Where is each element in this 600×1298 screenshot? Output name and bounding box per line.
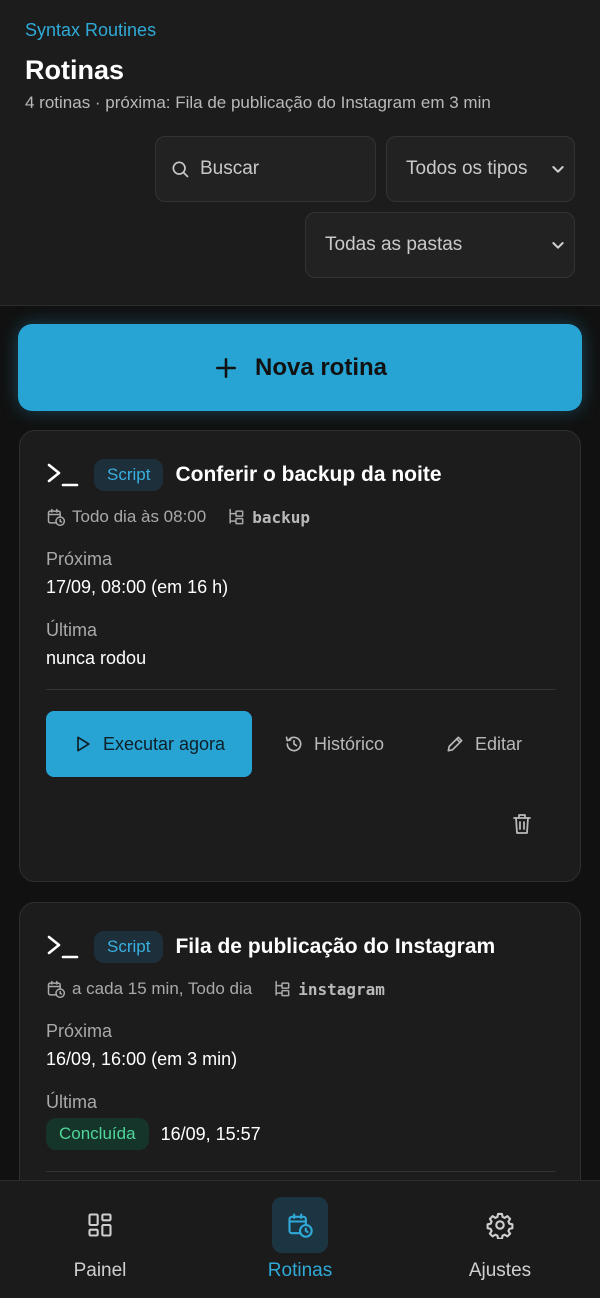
nav-icon-wrap [472, 1197, 528, 1253]
next-run-label: Próxima [46, 1021, 113, 1041]
calendar-clock-icon [288, 1213, 313, 1238]
run-now-label: Executar agora [102, 733, 226, 754]
nav-icon-wrap [272, 1197, 328, 1253]
routine-type-badge: Script [94, 459, 164, 491]
next-run-label: Próxima [46, 549, 113, 569]
run-now-button[interactable]: Executar agora [46, 711, 252, 777]
history-button[interactable]: Histórico [284, 711, 384, 777]
search-placeholder: Buscar [200, 158, 260, 179]
routine-meta: a cada 15 min, Todo dia instagram [46, 979, 385, 999]
divider [46, 689, 556, 690]
type-filter-value: Todos os tipos [406, 158, 528, 179]
routine-meta: Todo dia às 08:00 backup [46, 507, 310, 527]
nav-icon-wrap [72, 1197, 128, 1253]
last-run-row: Concluída 16/09, 15:57 [46, 1118, 261, 1150]
last-run-value: 16/09, 15:57 [160, 1123, 261, 1144]
nav-item-painel[interactable]: Painel [0, 1181, 200, 1298]
routine-folder[interactable]: backup [252, 508, 310, 527]
nav-label: Ajustes [468, 1260, 532, 1281]
last-run-value: nunca rodou [46, 648, 147, 668]
dashboard-icon [88, 1213, 112, 1237]
folder-tree-icon [275, 980, 290, 997]
folder-filter-value: Todas as pastas [325, 234, 463, 255]
routine-card-header: Script Conferir o backup da noite [46, 458, 442, 492]
terminal-icon [47, 463, 79, 487]
nav-label: Rotinas [267, 1260, 333, 1281]
routine-title: Conferir o backup da noite [175, 463, 442, 486]
divider [46, 1171, 556, 1172]
last-run-label: Última [46, 1092, 98, 1112]
page-title: Rotinas [25, 55, 125, 85]
gear-icon [486, 1212, 514, 1239]
status-badge: Concluída [46, 1118, 149, 1150]
trash-icon[interactable] [512, 813, 532, 835]
history-label: Histórico [314, 733, 385, 754]
next-run-value: 17/09, 08:00 (em 16 h) [46, 577, 229, 597]
search-input[interactable]: Buscar [155, 136, 376, 202]
chevron-down-icon [552, 166, 564, 173]
nav-item-ajustes[interactable]: Ajustes [400, 1181, 600, 1298]
edit-label: Editar [475, 733, 523, 754]
nav-label: Painel [73, 1260, 127, 1281]
routine-folder[interactable]: instagram [298, 980, 385, 999]
page-subtitle: 4 rotinas · próxima: Fila de publicação … [25, 93, 491, 112]
folder-filter-select[interactable]: Todas as pastas [305, 212, 575, 278]
chevron-down-icon [552, 242, 564, 249]
next-run-value: 16/09, 16:00 (em 3 min) [46, 1049, 238, 1069]
calendar-clock-icon [47, 980, 66, 999]
routine-type-badge: Script [94, 931, 164, 963]
calendar-clock-icon [47, 508, 66, 527]
nav-item-rotinas[interactable]: Rotinas [200, 1181, 400, 1298]
terminal-icon [47, 935, 79, 959]
routine-card: Script Conferir o backup da noite Todo d… [19, 430, 581, 882]
app-brand[interactable]: Syntax Routines [25, 20, 156, 41]
routine-card-header: Script Fila de publicação do Instagram [46, 930, 495, 964]
plus-icon [216, 357, 236, 378]
folder-tree-icon [229, 508, 244, 525]
routine-title: Fila de publicação do Instagram [175, 935, 496, 958]
play-icon [77, 736, 90, 752]
bottom-nav: Painel Rotinas Ajustes [0, 1180, 600, 1298]
pencil-icon [447, 736, 463, 752]
search-icon [172, 161, 189, 178]
header: Syntax Routines Rotinas 4 rotinas · próx… [0, 0, 600, 306]
last-run-label: Última [46, 620, 98, 640]
new-routine-label: Nova rotina [254, 353, 388, 381]
new-routine-button[interactable]: Nova rotina [18, 324, 582, 411]
history-icon [285, 736, 302, 752]
routine-schedule: a cada 15 min, Todo dia [72, 979, 253, 998]
edit-button[interactable]: Editar [445, 711, 522, 777]
type-filter-select[interactable]: Todos os tipos [386, 136, 575, 202]
routine-schedule: Todo dia às 08:00 [72, 507, 207, 526]
